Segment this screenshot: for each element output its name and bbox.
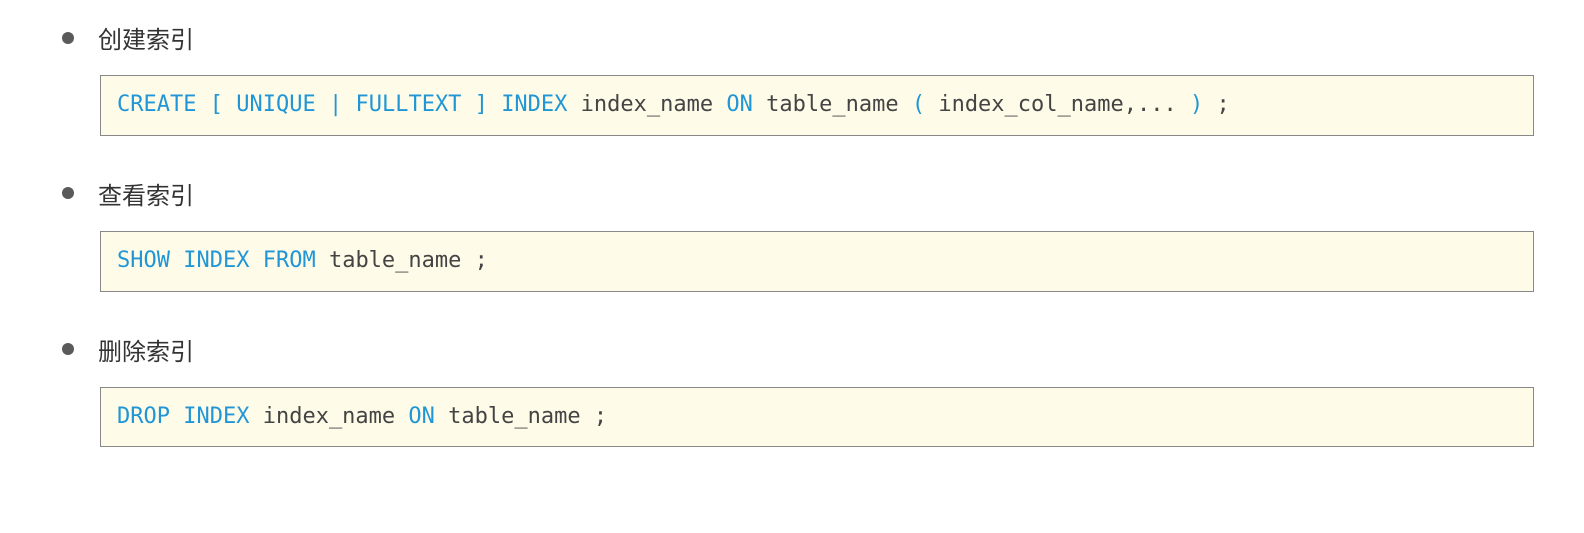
keyword-on: ON [408, 404, 435, 429]
keyword-on: ON [726, 92, 753, 117]
text-semicolon: ; [1203, 92, 1230, 117]
heading-text: 删除索引 [98, 332, 194, 367]
keyword-create: CREATE [117, 92, 196, 117]
keyword-from: FROM [263, 248, 316, 273]
bullet-icon [62, 187, 74, 199]
bullet-icon [62, 32, 74, 44]
keyword-unique: UNIQUE [236, 92, 315, 117]
code-block-show-index: SHOW INDEX FROM table_name ; [100, 231, 1534, 292]
keyword-drop: DROP [117, 404, 170, 429]
spacer [170, 404, 183, 429]
heading-text: 查看索引 [98, 176, 194, 211]
section-drop-index: 删除索引 DROP INDEX index_name ON table_name… [50, 332, 1534, 448]
keyword-index: INDEX [183, 404, 249, 429]
heading-create-index: 创建索引 [62, 20, 1534, 55]
keyword-index: INDEX [501, 92, 567, 117]
text-index-name: index_name [567, 92, 726, 117]
symbol-pipe: | [316, 92, 356, 117]
bullet-icon [62, 343, 74, 355]
section-create-index: 创建索引 CREATE [ UNIQUE | FULLTEXT ] INDEX … [50, 20, 1534, 136]
symbol-paren-open: ( [912, 92, 925, 117]
symbol-bracket-close: ] [461, 92, 501, 117]
symbol-paren-close: ) [1190, 92, 1203, 117]
heading-drop-index: 删除索引 [62, 332, 1534, 367]
section-show-index: 查看索引 SHOW INDEX FROM table_name ; [50, 176, 1534, 292]
text-col-name: index_col_name,... [925, 92, 1190, 117]
keyword-fulltext: FULLTEXT [355, 92, 461, 117]
spacer [249, 248, 262, 273]
keyword-index: INDEX [183, 248, 249, 273]
code-block-drop-index: DROP INDEX index_name ON table_name ; [100, 387, 1534, 448]
text-table-name: table_name ; [435, 404, 607, 429]
heading-show-index: 查看索引 [62, 176, 1534, 211]
symbol-bracket-open: [ [196, 92, 236, 117]
spacer [170, 248, 183, 273]
text-index-name: index_name [249, 404, 408, 429]
text-table-name: table_name ; [316, 248, 488, 273]
text-table-name: table_name [753, 92, 912, 117]
code-block-create-index: CREATE [ UNIQUE | FULLTEXT ] INDEX index… [100, 75, 1534, 136]
keyword-show: SHOW [117, 248, 170, 273]
heading-text: 创建索引 [98, 20, 194, 55]
